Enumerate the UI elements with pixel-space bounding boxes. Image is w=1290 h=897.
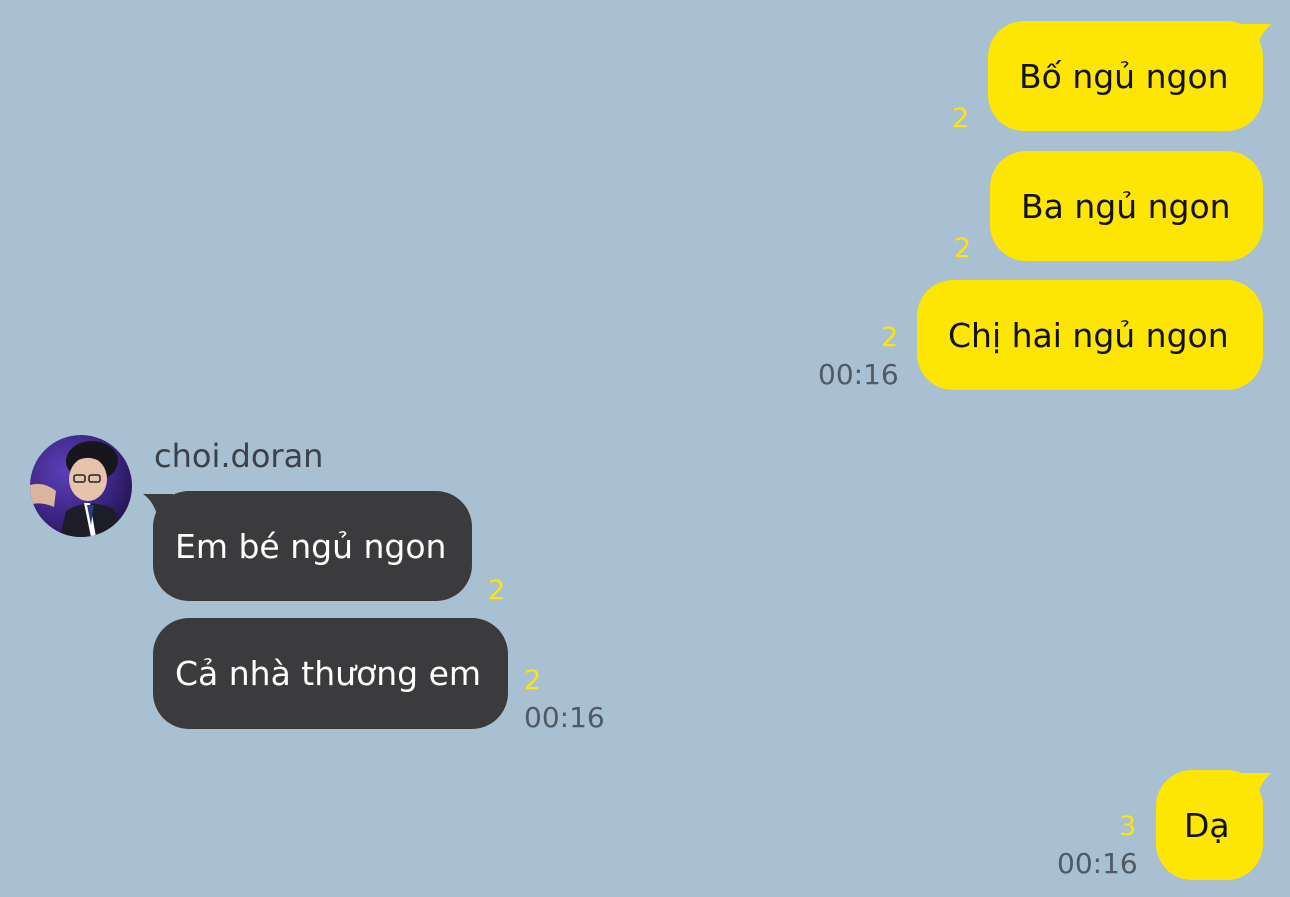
message-text: Cả nhà thương em (175, 654, 482, 693)
outgoing-message[interactable]: Ba ngủ ngon (990, 151, 1263, 261)
chat-window: Bố ngủ ngon 2 Ba ngủ ngon 2 Chị hai ngủ … (0, 0, 1290, 897)
avatar[interactable] (30, 435, 132, 537)
outgoing-message[interactable]: Bố ngủ ngon (988, 21, 1263, 131)
message-time: 00:16 (818, 358, 899, 391)
outgoing-message[interactable]: Chị hai ngủ ngon (917, 280, 1263, 390)
avatar-photo (30, 435, 132, 537)
message-time: 00:16 (1057, 847, 1138, 880)
message-text: Ba ngủ ngon (1021, 186, 1231, 226)
message-text: Bố ngủ ngon (1019, 56, 1229, 96)
bubble-tail-icon (1242, 773, 1272, 801)
bubble-tail-icon (1242, 24, 1272, 52)
sender-name: choi.doran (154, 437, 324, 475)
message-time: 00:16 (524, 701, 605, 734)
message-text: Chị hai ngủ ngon (948, 315, 1229, 355)
incoming-message[interactable]: Em bé ngủ ngon (153, 491, 472, 601)
read-count: 2 (881, 322, 899, 353)
message-text: Em bé ngủ ngon (175, 526, 447, 566)
incoming-message[interactable]: Cả nhà thương em (153, 618, 508, 729)
read-count: 2 (524, 665, 542, 696)
read-count: 2 (954, 233, 972, 264)
message-text: Dạ (1184, 805, 1230, 845)
read-count: 3 (1119, 811, 1137, 842)
read-count: 2 (952, 103, 970, 134)
read-count: 2 (488, 575, 506, 606)
